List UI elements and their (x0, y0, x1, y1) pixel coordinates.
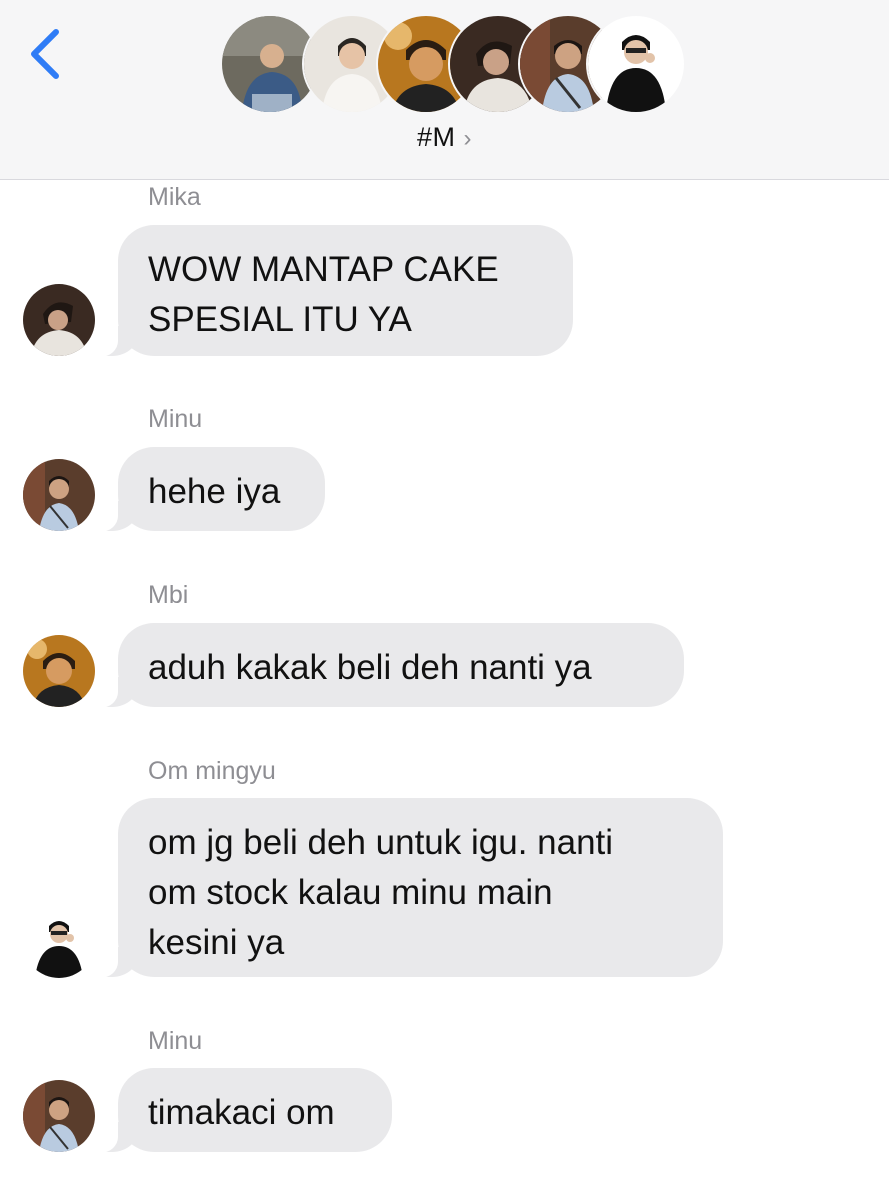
sender-avatar-minu[interactable] (23, 1080, 95, 1152)
sender-avatar-mbi[interactable] (23, 635, 95, 707)
sender-avatar-minu[interactable] (23, 459, 95, 531)
sender-avatar-mika[interactable] (23, 284, 95, 356)
message-text-line: SPESIAL ITU YA (148, 300, 412, 339)
group-title[interactable]: #M › (0, 122, 889, 153)
member-avatar-6 (586, 14, 686, 114)
message-bubble[interactable]: aduh kakak beli deh nanti ya (92, 623, 684, 708)
chevron-left-icon (31, 29, 59, 79)
message-text-line: aduh kakak beli deh nanti ya (148, 648, 592, 687)
back-button[interactable] (26, 26, 70, 82)
sender-avatar-om-mingyu[interactable] (23, 906, 95, 978)
sender-name: Om mingyu (148, 757, 276, 785)
group-name: #M (416, 122, 456, 152)
message-bubble[interactable]: om jg beli deh untuk igu. nanti om stock… (92, 798, 723, 978)
message-text-line: kesini ya (148, 923, 285, 962)
message-text-line: timakaci om (148, 1093, 335, 1132)
message-text-line: hehe iya (148, 472, 281, 511)
message-text-line: om stock kalau minu main (148, 873, 553, 912)
sender-name: Mbi (148, 581, 189, 609)
message-text-line: om jg beli deh untuk igu. nanti (148, 823, 614, 862)
sender-name: Mika (148, 183, 201, 211)
message-text-line: WOW MANTAP CAKE (148, 250, 499, 289)
chevron-right-icon: › (463, 125, 472, 152)
conversation-header: #M › (0, 0, 889, 180)
group-avatars[interactable] (220, 14, 686, 114)
sender-name: Minu (148, 1027, 203, 1055)
sender-name: Minu (148, 405, 203, 433)
message-bubble[interactable]: hehe iya (92, 447, 325, 532)
message-bubble[interactable]: WOW MANTAP CAKE SPESIAL ITU YA (92, 225, 573, 357)
message-bubble[interactable]: timakaci om (92, 1068, 392, 1153)
